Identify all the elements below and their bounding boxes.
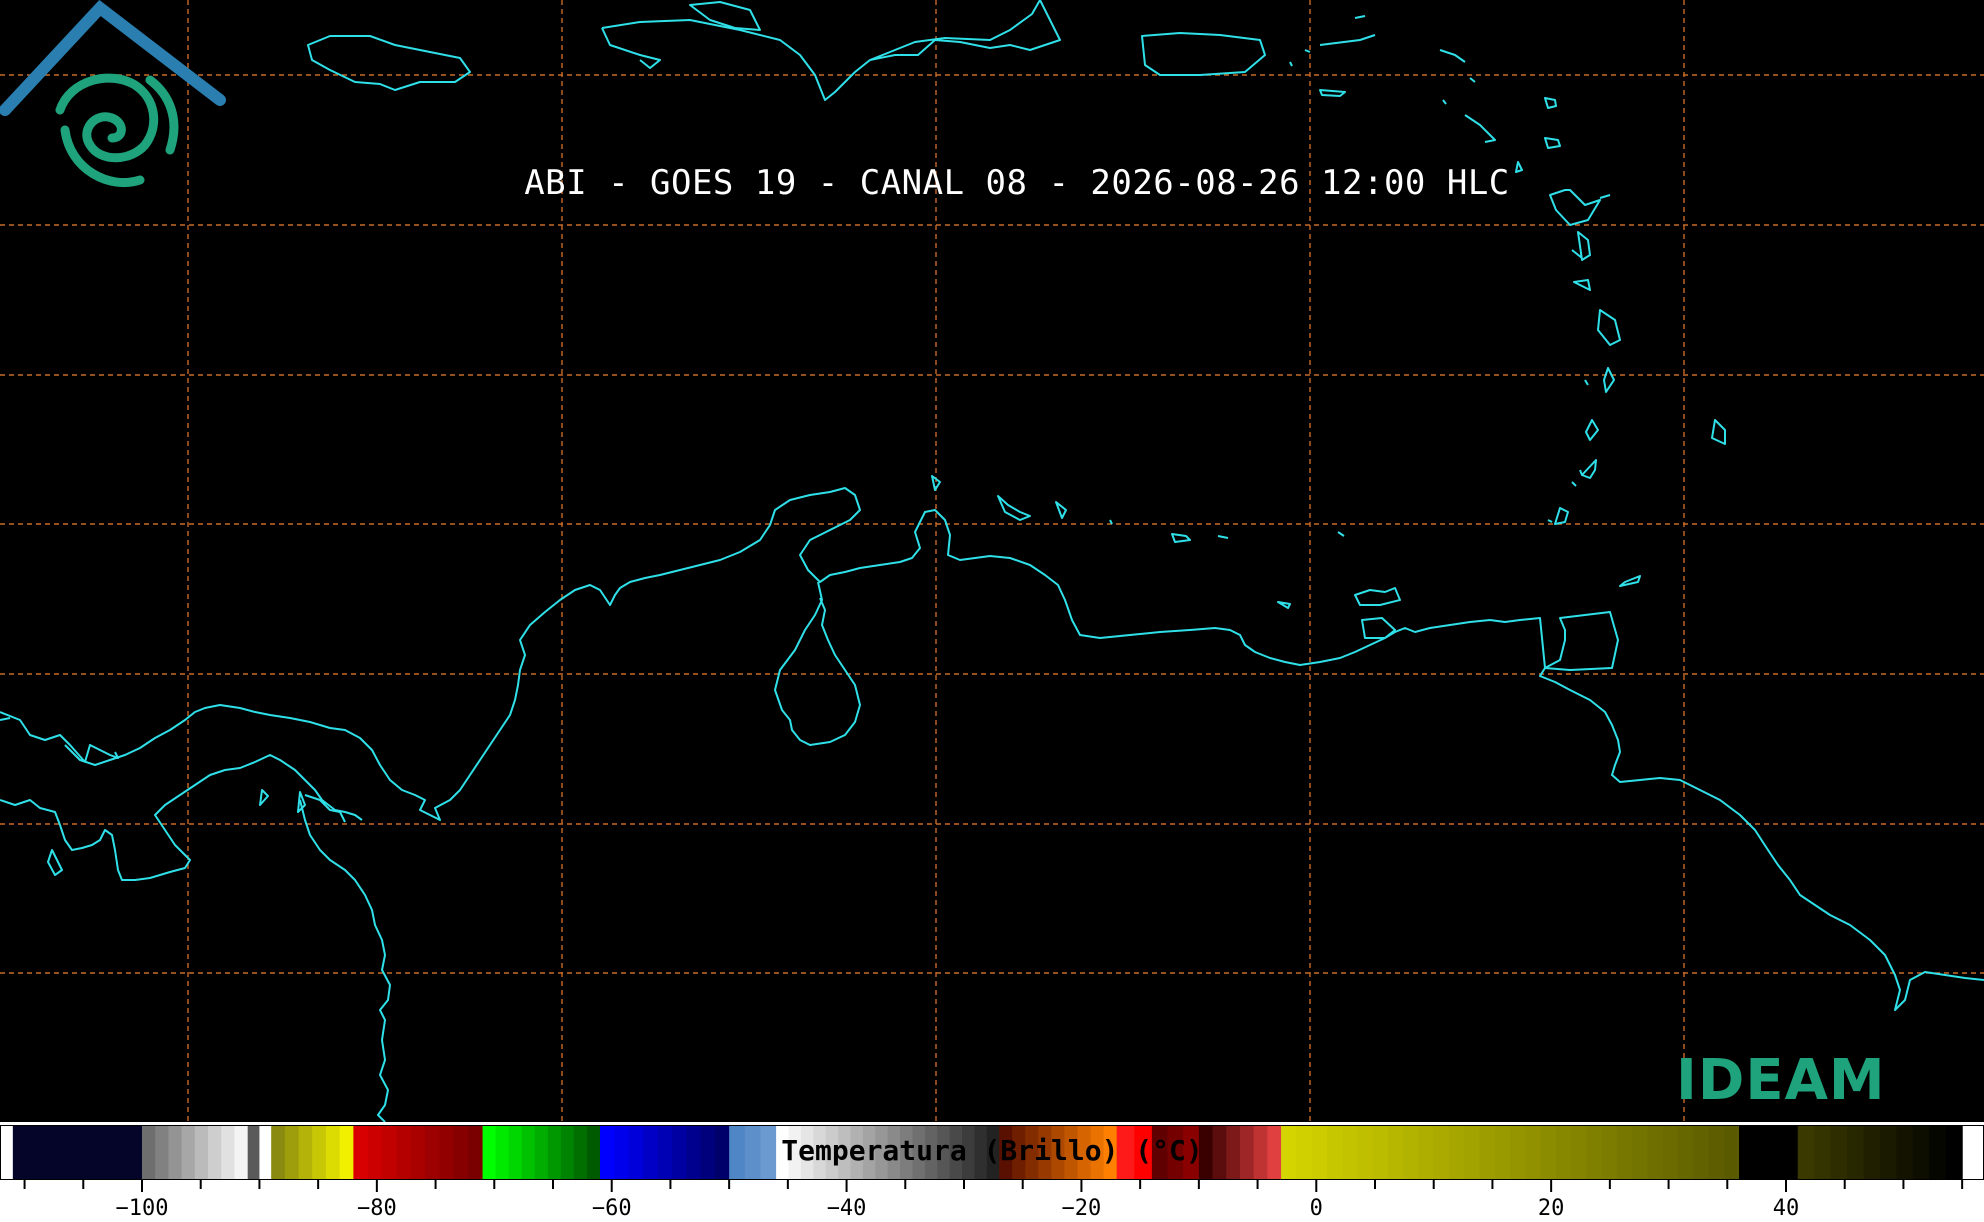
satellite-viewer: ABI - GOES 19 - CANAL 08 - 2026-08-26 12… [0, 0, 1984, 1222]
island-trinidad [1544, 611, 1619, 671]
island-puerto-rico [1141, 32, 1266, 76]
lesser-antilles [1439, 49, 1726, 587]
tick-label: −100 [115, 1196, 169, 1221]
ideam-logo [0, 0, 226, 188]
colorbar-label: Temperatura (Brillo) (°C) [781, 1134, 1203, 1167]
tick-label: 20 [1537, 1196, 1565, 1221]
tick-label: −40 [826, 1196, 867, 1221]
ideam-logo-text: IDEAM [1676, 1048, 1886, 1113]
island-hispaniola [601, 0, 1061, 101]
island-cuba-fragment [689, 1, 761, 31]
tick-label: −80 [356, 1196, 397, 1221]
tick-label: 0 [1309, 1196, 1323, 1221]
island-margarita [1354, 587, 1401, 639]
logo-swirl-icon [55, 73, 179, 188]
colombia-pacific-coast [299, 799, 391, 1122]
tick-label: −20 [1061, 1196, 1102, 1221]
mainland-coast [0, 487, 1984, 1011]
lake-maracaibo [774, 581, 861, 746]
tick-label: 40 [1772, 1196, 1800, 1221]
abc-islands [931, 475, 1345, 609]
logo-roof-icon [0, 0, 226, 116]
colorbar-axis [23, 1180, 1964, 1192]
panama-isthmus [0, 717, 363, 881]
island-jamaica [307, 35, 471, 91]
image-title: ABI - GOES 19 - CANAL 08 - 2026-08-26 12… [524, 163, 1510, 203]
tick-label: −60 [591, 1196, 632, 1221]
satellite-map[interactable]: ABI - GOES 19 - CANAL 08 - 2026-08-26 12… [0, 0, 1984, 1122]
